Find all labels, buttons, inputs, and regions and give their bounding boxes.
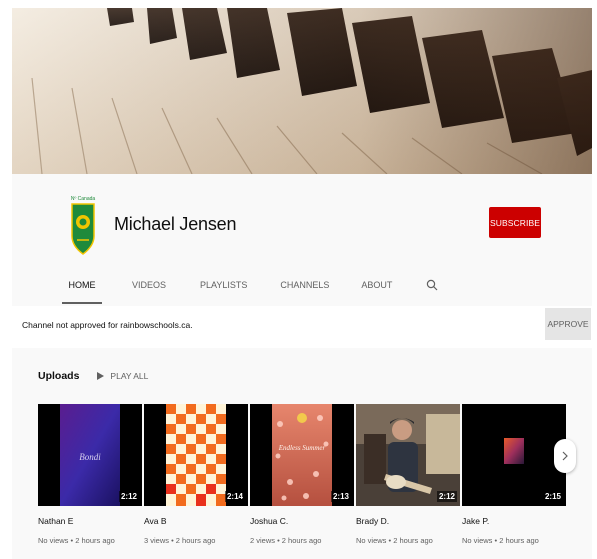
channel-banner	[12, 8, 592, 174]
video-thumbnail[interactable]: Bondi 2:12	[38, 404, 142, 506]
school-crest-icon: Nº Canada	[71, 196, 96, 255]
search-icon	[427, 279, 438, 291]
play-all-button[interactable]: PLAY ALL	[97, 371, 148, 381]
svg-text:Bondi: Bondi	[79, 452, 101, 462]
svg-text:Endless Summer: Endless Summer	[278, 444, 326, 452]
video-title[interactable]: Nathan E	[38, 516, 142, 526]
tab-channels[interactable]: CHANNELS	[280, 270, 329, 300]
channel-header: Nº Canada Michael Jensen SUBSCRIBE HOME …	[12, 174, 592, 306]
approve-button[interactable]: APPROVE	[545, 308, 591, 340]
video-meta: 3 views • 2 hours ago	[144, 536, 216, 545]
play-all-label: PLAY ALL	[110, 371, 149, 381]
video-title[interactable]: Ava B	[144, 516, 248, 526]
video-meta: No views • 2 hours ago	[462, 536, 539, 545]
video-card[interactable]: 2:12 Brady D. No views • 2 hours ago	[356, 404, 460, 545]
video-card[interactable]: Bondi 2:12 Nathan E No views • 2 hours a…	[38, 404, 142, 545]
video-duration: 2:15	[542, 491, 563, 502]
video-duration: 2:12	[436, 491, 457, 502]
video-meta: 2 views • 2 hours ago	[250, 536, 322, 545]
video-thumbnail[interactable]: 2:15	[462, 404, 566, 506]
video-title[interactable]: Jake P.	[462, 516, 566, 526]
piano-keys-image	[12, 8, 592, 174]
video-thumbnail[interactable]: Endless Summer 2:13	[250, 404, 354, 506]
video-card[interactable]: Endless Summer 2:13 Joshua C. 2 views • …	[250, 404, 354, 545]
notice-text: Channel not approved for rainbowschools.…	[22, 320, 193, 330]
video-title[interactable]: Brady D.	[356, 516, 460, 526]
channel-avatar[interactable]: Nº Canada	[66, 192, 100, 258]
video-meta: No views • 2 hours ago	[38, 536, 115, 545]
tab-about[interactable]: ABOUT	[361, 270, 392, 300]
tab-videos[interactable]: VIDEOS	[132, 270, 166, 300]
uploads-title[interactable]: Uploads	[38, 370, 79, 382]
subscribe-button[interactable]: SUBSCRIBE	[489, 207, 541, 238]
video-title[interactable]: Joshua C.	[250, 516, 354, 526]
video-card[interactable]: 2:14 Ava B 3 views • 2 hours ago	[144, 404, 248, 545]
tab-home[interactable]: HOME	[62, 270, 102, 304]
video-meta: No views • 2 hours ago	[356, 536, 433, 545]
video-duration: 2:14	[224, 491, 245, 502]
channel-tabs: HOME VIDEOS PLAYLISTS CHANNELS ABOUT	[62, 270, 438, 304]
svg-text:Nº Canada: Nº Canada	[71, 196, 96, 202]
approval-notice: Channel not approved for rainbowschools.…	[12, 306, 592, 344]
channel-name: Michael Jensen	[114, 214, 237, 234]
video-duration: 2:13	[330, 491, 351, 502]
uploads-section: Uploads PLAY ALL Bondi 2:12 Nathan E No …	[12, 348, 592, 559]
video-thumbnail[interactable]: 2:12	[356, 404, 460, 506]
chevron-right-icon	[562, 451, 568, 461]
video-thumbnail[interactable]: 2:14	[144, 404, 248, 506]
carousel-next-button[interactable]	[554, 439, 576, 473]
tab-playlists[interactable]: PLAYLISTS	[200, 270, 247, 300]
video-duration: 2:12	[118, 491, 139, 502]
uploads-header: Uploads PLAY ALL	[38, 370, 148, 382]
video-card[interactable]: 2:15 Jake P. No views • 2 hours ago	[462, 404, 566, 545]
tab-search[interactable]	[426, 270, 438, 300]
play-icon	[97, 372, 105, 380]
